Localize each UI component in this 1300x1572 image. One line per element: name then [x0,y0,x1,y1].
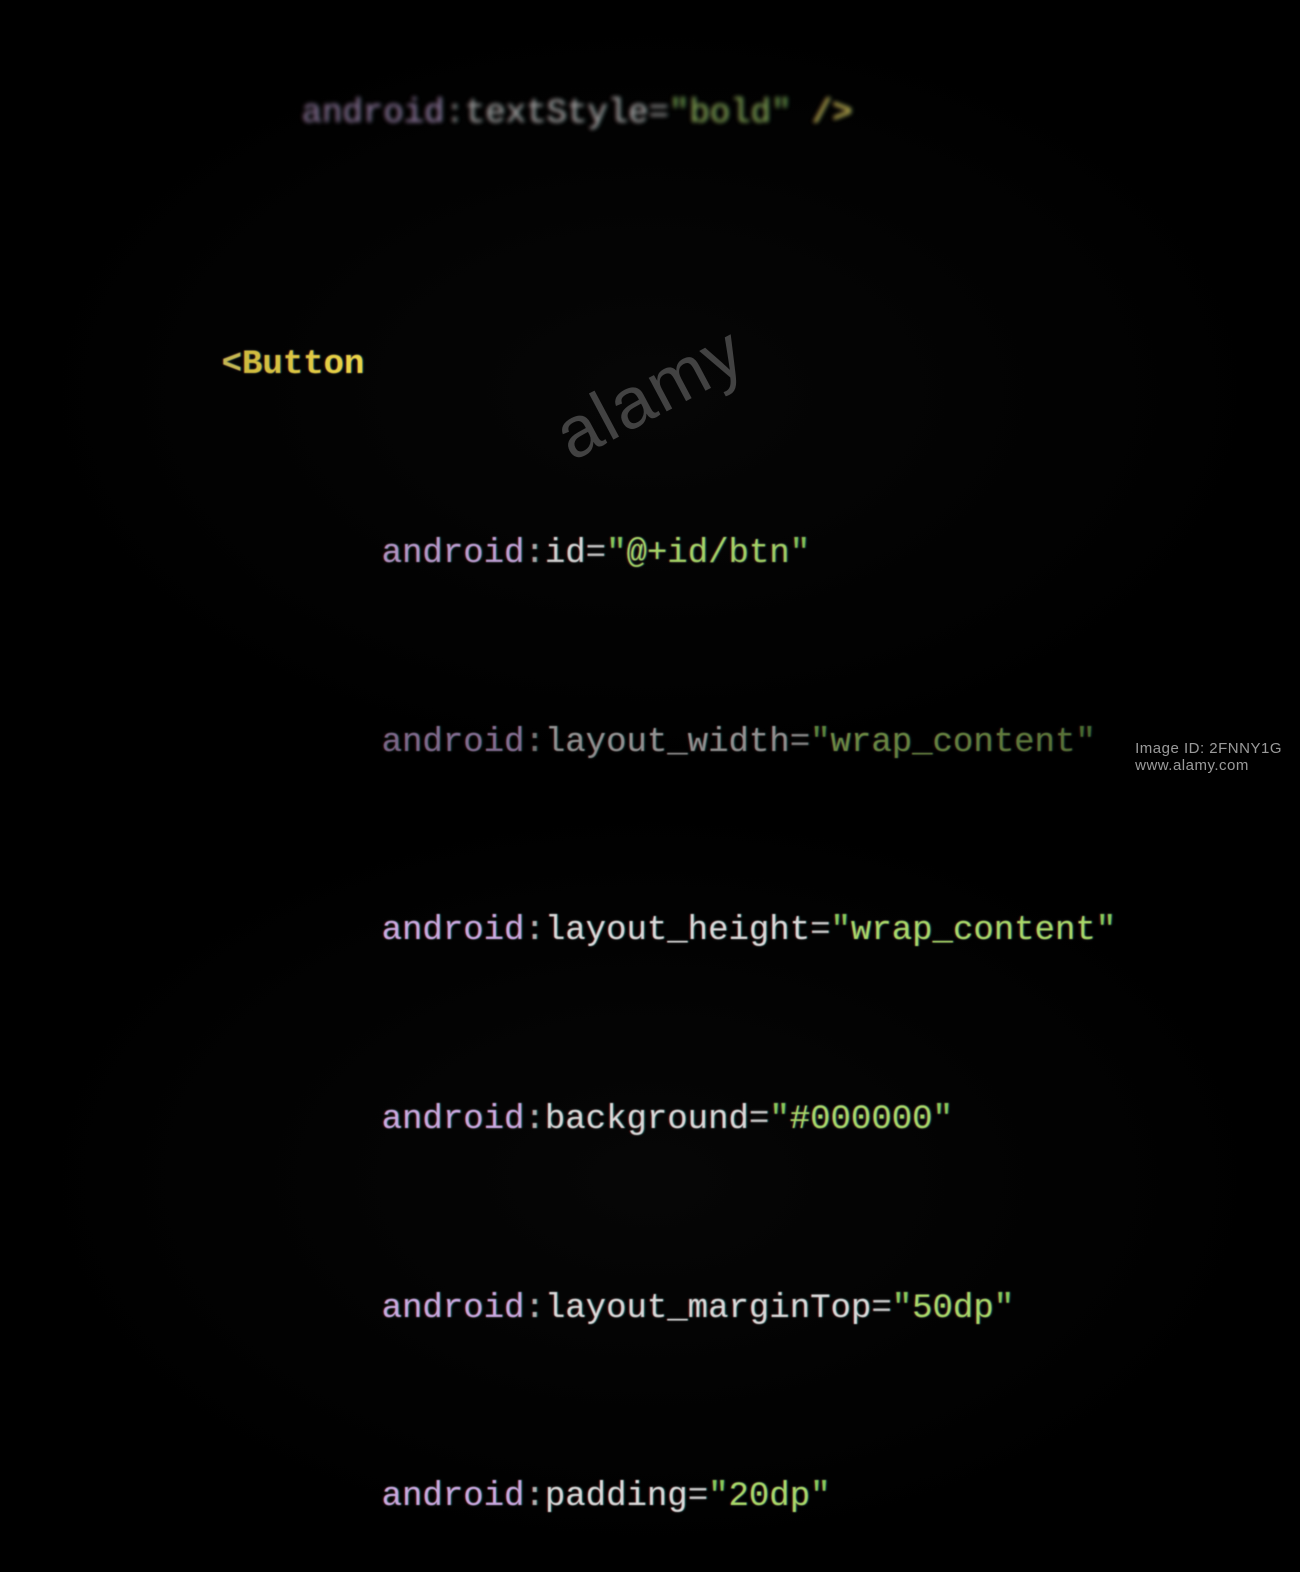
attr-value: wrap_content [851,912,1096,950]
tag-name: Button [242,346,364,384]
code-line-open-tag: <Button [100,272,1300,461]
blank-line [100,209,1300,272]
attr-name: layout_marginTop [545,1290,871,1328]
open-bracket: < [222,346,242,384]
attr-value: 20dp [729,1478,811,1516]
attr-name: id [545,535,586,573]
attr-namespace: android [382,912,525,950]
attr-namespace: android [382,1290,525,1328]
attr-name: layout_width [545,724,790,762]
attr-name: textStyle [465,95,649,133]
attr-namespace: android [382,724,525,762]
code-line-attr: android:layout_marginTop="50dp" [100,1215,1300,1404]
code-line-attr: android:padding="20dp" [100,1404,1300,1572]
code-line-attr: android:id="@+id/btn" [100,460,1300,649]
attr-name: background [545,1101,749,1139]
code-line-prev-attr: android:textStyle="bold" /> [100,20,1300,209]
attr-name: padding [545,1478,688,1516]
attr-name: layout_height [545,912,810,950]
attr-value: bold [689,95,771,133]
attr-namespace: android [382,1478,525,1516]
attr-namespace: android [382,1101,525,1139]
code-line-attr: android:layout_width="wrap_content" [100,649,1300,838]
code-editor-viewport: android:textStyle="bold" /> <Button andr… [0,0,1300,1572]
attr-value: #000000 [790,1101,933,1139]
self-close-tag: /> [791,95,852,133]
attr-namespace: android [382,535,525,573]
code-line-attr: android:background="#000000" [100,1026,1300,1215]
attr-value: 50dp [912,1290,994,1328]
attr-value: wrap_content [831,724,1076,762]
code-line-attr: android:layout_height="wrap_content" [100,838,1300,1027]
attr-namespace: android [302,95,445,133]
attr-value: @+id/btn [626,535,789,573]
